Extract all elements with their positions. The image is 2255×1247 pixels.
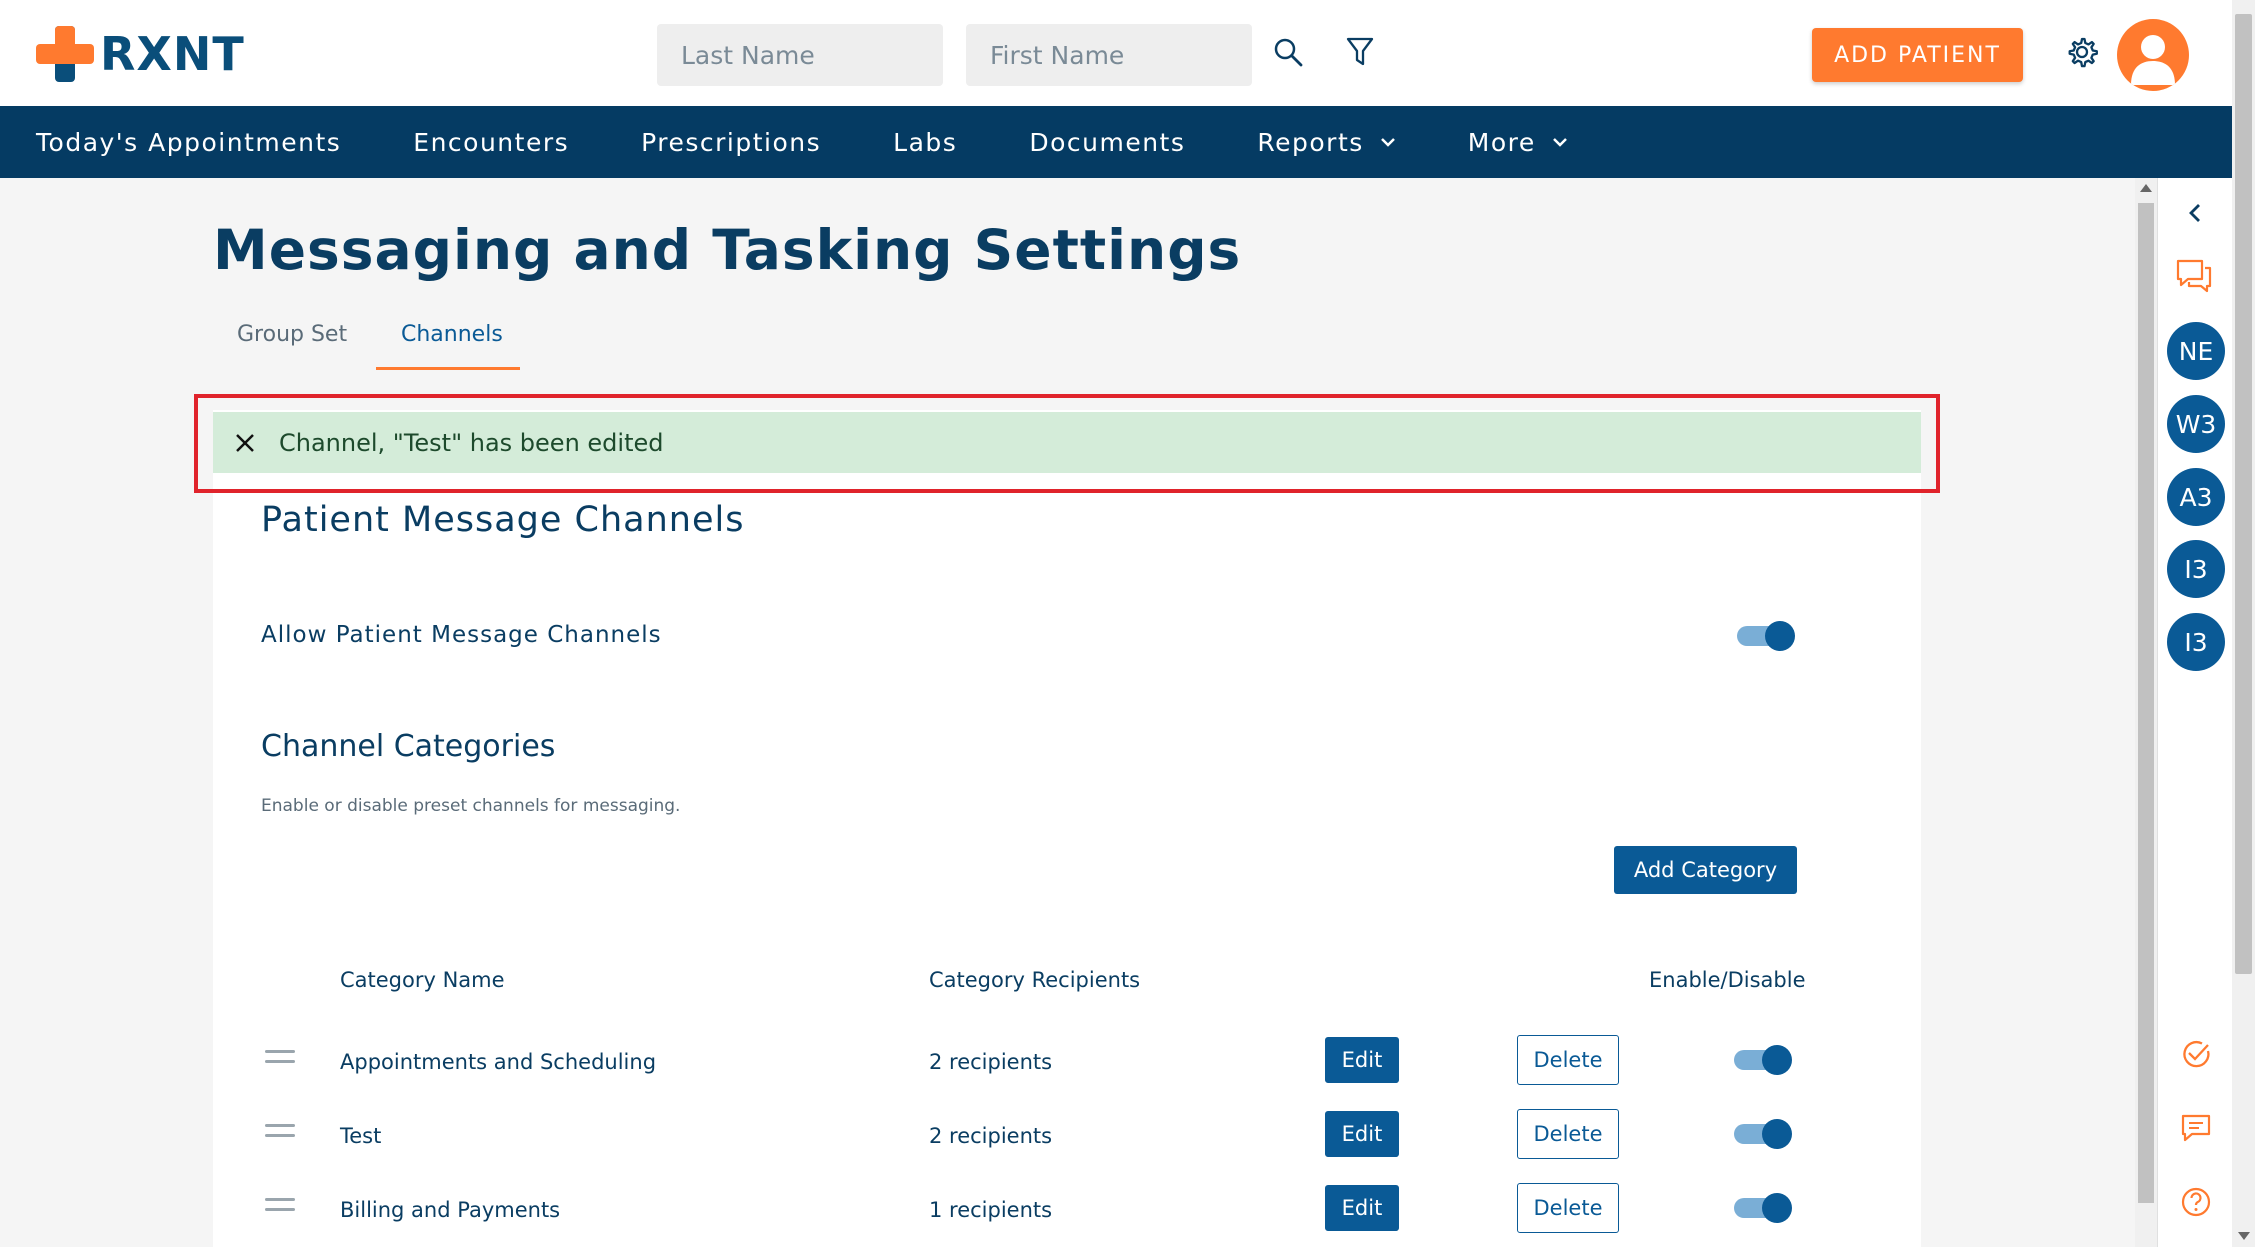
user-bubble[interactable]: W3 bbox=[2167, 395, 2225, 453]
nav-reports[interactable]: Reports bbox=[1257, 128, 1395, 157]
add-category-button[interactable]: Add Category bbox=[1614, 846, 1797, 894]
first-name-input[interactable] bbox=[966, 24, 1252, 86]
category-recipients: 2 recipients bbox=[929, 1050, 1053, 1074]
table-row: Billing and Payments 1 recipients Edit D… bbox=[213, 1176, 1921, 1247]
allow-channels-label: Allow Patient Message Channels bbox=[261, 622, 662, 648]
categories-description: Enable or disable preset channels for me… bbox=[261, 796, 681, 816]
content-scrollbar[interactable] bbox=[2135, 178, 2157, 1247]
edit-button[interactable]: Edit bbox=[1325, 1185, 1399, 1231]
collapse-chevron-icon[interactable] bbox=[2180, 198, 2210, 228]
category-recipients: 2 recipients bbox=[929, 1124, 1053, 1148]
category-name: Test bbox=[340, 1124, 382, 1148]
last-name-input[interactable] bbox=[657, 24, 943, 86]
logo-text: RXNT bbox=[100, 27, 245, 81]
header-category-recipients: Category Recipients bbox=[929, 968, 1141, 992]
alert-highlight-outline bbox=[194, 394, 1940, 493]
category-recipients: 1 recipients bbox=[929, 1198, 1053, 1222]
nav-encounters[interactable]: Encounters bbox=[413, 128, 569, 157]
rxnt-logo[interactable]: RXNT bbox=[36, 26, 245, 82]
drag-handle-icon[interactable] bbox=[265, 1050, 295, 1066]
active-tab-indicator bbox=[376, 367, 520, 370]
tab-channels[interactable]: Channels bbox=[401, 322, 503, 347]
header-enable-disable: Enable/Disable bbox=[1649, 968, 1806, 992]
nav-todays-appointments[interactable]: Today's Appointments bbox=[36, 128, 341, 157]
help-icon[interactable] bbox=[2178, 1184, 2214, 1220]
right-sidebar: NE W3 A3 I3 I3 bbox=[2157, 178, 2232, 1247]
category-toggle[interactable] bbox=[1734, 1045, 1792, 1075]
window-scrollbar[interactable] bbox=[2232, 0, 2255, 1247]
edit-button[interactable]: Edit bbox=[1325, 1111, 1399, 1157]
user-bubble[interactable]: A3 bbox=[2167, 468, 2225, 526]
table-row: Appointments and Scheduling 2 recipients… bbox=[213, 1028, 1921, 1102]
edit-button[interactable]: Edit bbox=[1325, 1037, 1399, 1083]
category-toggle[interactable] bbox=[1734, 1193, 1792, 1223]
category-name: Appointments and Scheduling bbox=[340, 1050, 657, 1074]
chevron-down-icon bbox=[1380, 138, 1395, 147]
tab-group-set[interactable]: Group Set bbox=[237, 322, 347, 347]
page-title: Messaging and Tasking Settings bbox=[213, 218, 1242, 282]
filter-icon[interactable] bbox=[1342, 34, 1378, 70]
delete-button[interactable]: Delete bbox=[1517, 1035, 1619, 1085]
nav-prescriptions[interactable]: Prescriptions bbox=[641, 128, 821, 157]
nav-labs[interactable]: Labs bbox=[893, 128, 957, 157]
section-title: Patient Message Channels bbox=[261, 500, 745, 540]
nav-more[interactable]: More bbox=[1468, 128, 1568, 157]
user-bubble[interactable]: NE bbox=[2167, 322, 2225, 380]
user-bubble[interactable]: I3 bbox=[2167, 613, 2225, 671]
header-category-name: Category Name bbox=[340, 968, 505, 992]
gear-icon[interactable] bbox=[2064, 34, 2100, 70]
chevron-down-icon bbox=[1552, 138, 1567, 147]
user-bubble[interactable]: I3 bbox=[2167, 540, 2225, 598]
categories-title: Channel Categories bbox=[261, 729, 556, 764]
drag-handle-icon[interactable] bbox=[265, 1124, 295, 1140]
category-toggle[interactable] bbox=[1734, 1119, 1792, 1149]
top-header: RXNT ADD PATIENT bbox=[0, 0, 2232, 106]
main-nav: Today's Appointments Encounters Prescrip… bbox=[0, 106, 2232, 178]
message-icon[interactable] bbox=[2178, 1110, 2214, 1146]
user-avatar[interactable] bbox=[2117, 19, 2189, 91]
table-row: Test 2 recipients Edit Delete bbox=[213, 1102, 1921, 1176]
logo-cross-icon bbox=[36, 26, 94, 82]
allow-channels-toggle[interactable] bbox=[1737, 621, 1795, 651]
delete-button[interactable]: Delete bbox=[1517, 1183, 1619, 1233]
nav-documents[interactable]: Documents bbox=[1029, 128, 1185, 157]
delete-button[interactable]: Delete bbox=[1517, 1109, 1619, 1159]
search-icon[interactable] bbox=[1270, 34, 1306, 70]
task-check-icon[interactable] bbox=[2178, 1036, 2214, 1072]
category-name: Billing and Payments bbox=[340, 1198, 561, 1222]
chat-bubbles-icon[interactable] bbox=[2174, 256, 2214, 296]
drag-handle-icon[interactable] bbox=[265, 1198, 295, 1214]
add-patient-button[interactable]: ADD PATIENT bbox=[1812, 28, 2023, 82]
